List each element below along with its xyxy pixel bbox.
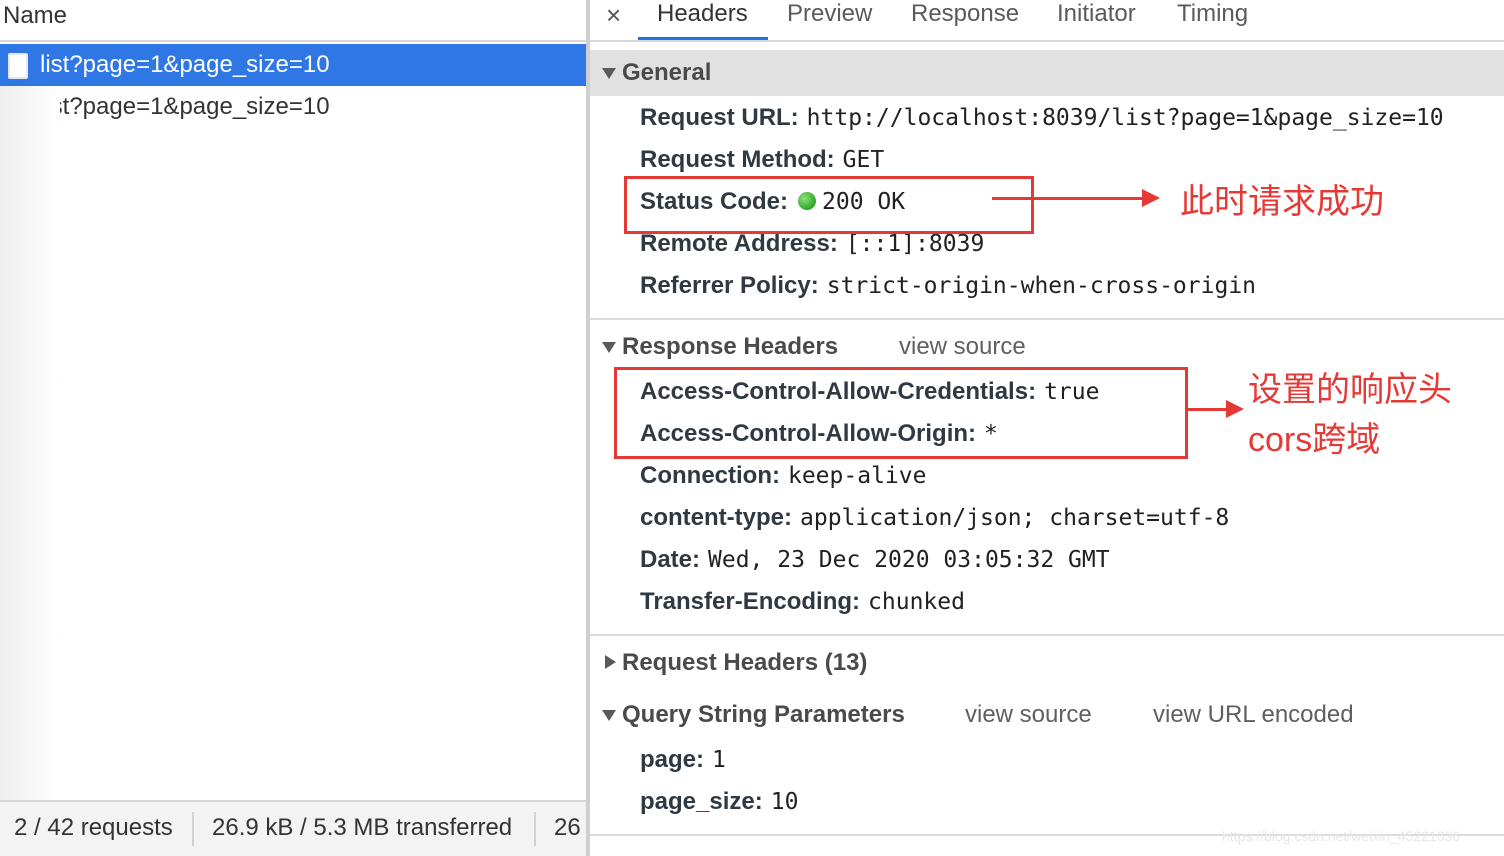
devtools-network-panel: Name list?page=1&page_size=10 list?page=… [0,0,1504,856]
arrow-line [992,197,1142,200]
cors-annotation-line2: cors跨域 [1248,421,1381,459]
transferred-size: 26.9 kB / 5.3 MB transferred [212,814,513,841]
resources-size: 26 [554,814,581,841]
status-divider [192,812,194,846]
header-value: strict-origin-when-cross-origin [826,273,1257,299]
request-name: list?page=1&page_size=10 [40,51,330,78]
status-annotation: 此时请求成功 [1180,183,1384,221]
tab-preview[interactable]: Preview [787,0,872,28]
header-key: content-type: [640,504,792,531]
status-code-highlight-box [624,176,1034,234]
arrow-line [1188,408,1226,411]
tab-response[interactable]: Response [911,0,1019,28]
header-row-date: Date: Wed, 23 Dec 2020 03:05:32 GMT [640,546,1110,580]
section-divider [590,634,1504,636]
header-row-content-type: content-type: application/json; charset=u… [640,504,1229,538]
request-headers-title: Request Headers (13) [622,649,868,676]
header-key: Remote Address: [640,230,838,257]
header-key: Referrer Policy: [640,272,819,299]
general-title: General [622,59,712,86]
request-count: 2 / 42 requests [14,814,173,841]
details-tab-bar: × Headers Preview Response Initiator Tim… [590,0,1504,42]
header-value: application/json; charset=utf-8 [800,505,1230,531]
header-value: Wed, 23 Dec 2020 03:05:32 GMT [708,547,1110,573]
header-key: Request URL: [640,104,799,131]
name-column-label: Name [3,2,68,29]
cors-headers-highlight-box [614,367,1188,459]
header-value: keep-alive [787,463,927,489]
status-divider [534,812,536,846]
param-value: 10 [770,789,799,815]
response-headers-title: Response Headers [622,333,839,360]
header-value: chunked [868,589,965,615]
tab-headers[interactable]: Headers [657,0,748,28]
query-params-section-header[interactable]: Query String Parameters view source view… [590,692,1504,738]
header-key: Transfer-Encoding: [640,588,861,615]
param-key: page_size: [640,788,763,815]
cors-annotation-line1: 设置的响应头 [1248,371,1452,409]
tab-timing[interactable]: Timing [1177,0,1248,28]
general-section-header[interactable]: General [590,50,1504,96]
header-key: Connection: [640,462,780,489]
watermark: https://blog.csdn.net/weixin_45221036 [1222,828,1461,844]
header-row-remote-address: Remote Address: [::1]:8039 [640,230,984,264]
header-key: Date: [640,546,701,573]
arrow-right-icon [1226,400,1244,418]
request-list-pane: Name list?page=1&page_size=10 list?page=… [0,0,586,856]
header-row-connection: Connection: keep-alive [640,462,926,496]
request-headers-section-header[interactable]: Request Headers (13) [590,640,1504,686]
view-source-link[interactable]: view source [899,333,1026,361]
header-row-transfer-encoding: Transfer-Encoding: chunked [640,588,965,622]
header-value: [::1]:8039 [845,231,985,257]
param-key: page: [640,746,705,773]
view-source-link[interactable]: view source [965,701,1092,729]
query-params-title: Query String Parameters [622,701,905,728]
triangle-down-icon [602,710,616,721]
active-tab-indicator [638,37,768,40]
header-key: Request Method: [640,146,835,173]
response-headers-section-header[interactable]: Response Headers view source [590,324,1504,370]
name-column-header[interactable]: Name [0,0,586,42]
header-value: http://localhost:8039/list?page=1&page_s… [806,105,1444,131]
header-row-request-url: Request URL: http://localhost:8039/list?p… [640,104,1444,138]
request-row[interactable]: list?page=1&page_size=10 [0,86,586,128]
tab-initiator[interactable]: Initiator [1057,0,1136,28]
list-shadow [0,86,60,800]
close-icon[interactable]: × [606,0,621,31]
header-value: GET [842,147,885,173]
request-row-selected[interactable]: list?page=1&page_size=10 [0,44,586,86]
param-value: 1 [712,747,726,773]
document-icon [8,53,28,79]
triangle-right-icon [605,655,616,669]
request-name: list?page=1&page_size=10 [40,93,330,120]
query-param-row: page: 1 [640,746,726,780]
triangle-down-icon [602,342,616,353]
section-divider [590,318,1504,320]
query-param-row: page_size: 10 [640,788,798,822]
triangle-down-icon [602,68,616,79]
network-status-bar: 2 / 42 requests 26.9 kB / 5.3 MB transfe… [0,800,586,856]
arrow-right-icon [1142,189,1160,207]
view-url-encoded-link[interactable]: view URL encoded [1153,701,1354,729]
header-row-request-method: Request Method: GET [640,146,884,180]
header-row-referrer-policy: Referrer Policy: strict-origin-when-cross… [640,272,1256,306]
